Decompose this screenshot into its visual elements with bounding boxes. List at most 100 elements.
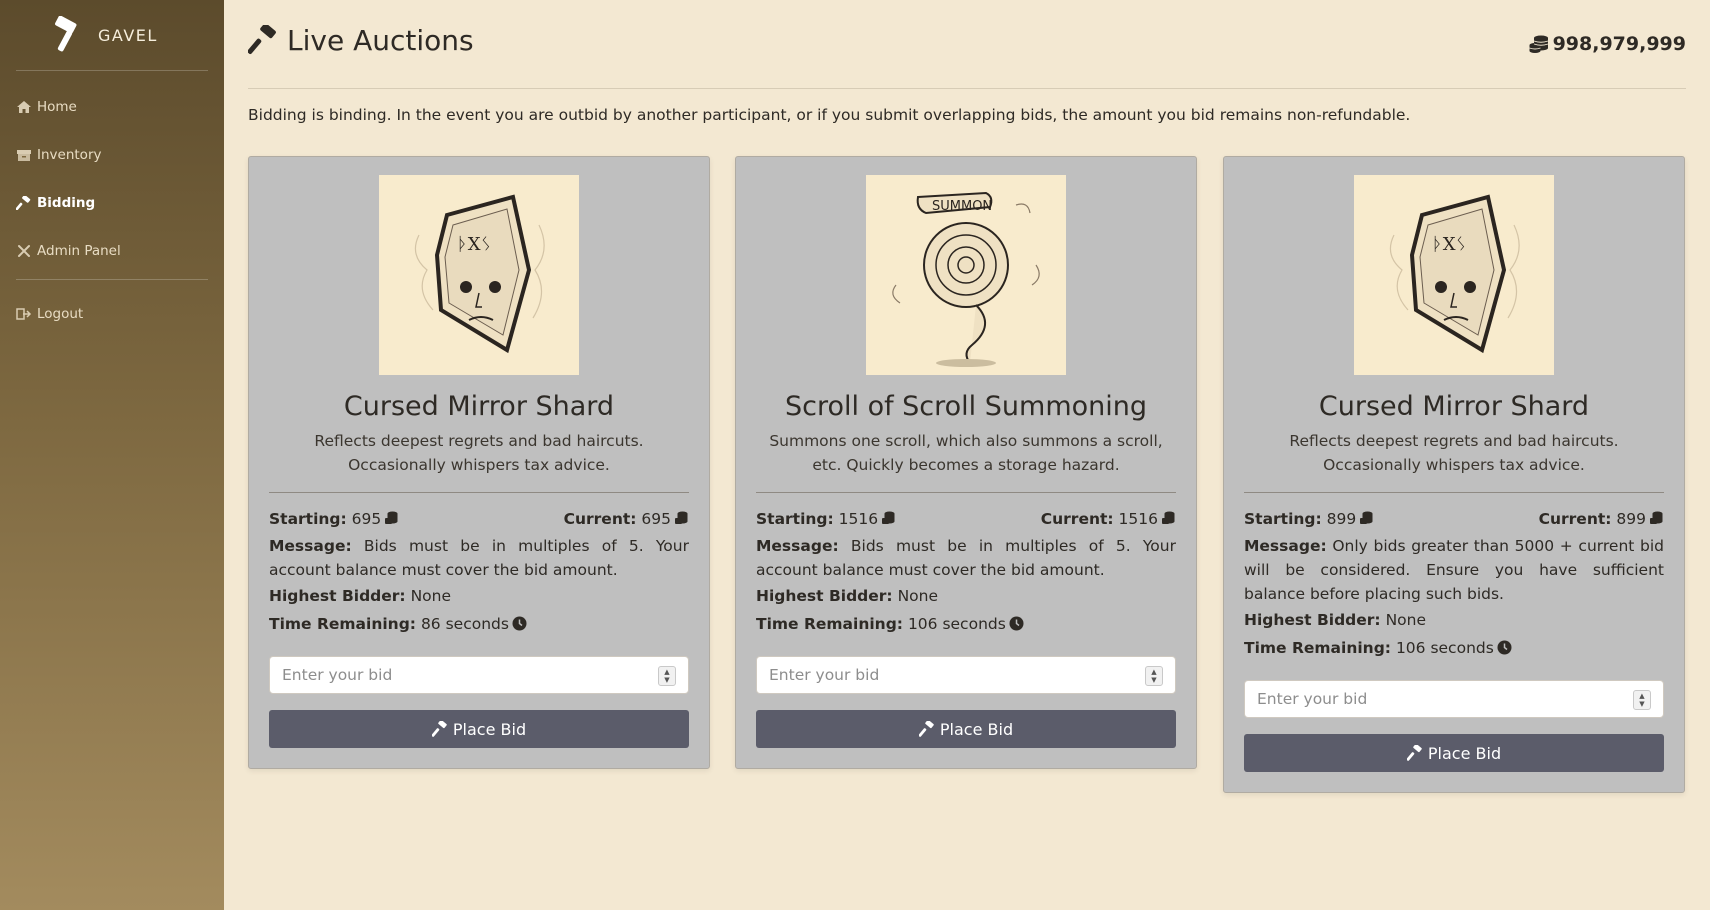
item-description: Reflects deepest regrets and bad haircut…	[1289, 432, 1619, 474]
auction-card: ᚦXᛊ Cursed Mirror Shard Reflects deepest…	[1223, 156, 1685, 793]
card-divider	[756, 492, 1176, 493]
item-image: ᚦXᛊ	[379, 175, 579, 375]
gavel-icon	[16, 196, 31, 210]
main-content: Live Auctions 998,979,999 Bidding is bin…	[248, 0, 1686, 793]
auction-message: Message: Bids must be in multiples of 5.…	[269, 537, 689, 579]
stepper-up-icon[interactable]: ▲	[664, 668, 669, 676]
sidebar-item-label: Logout	[37, 306, 84, 322]
balance-value: 998,979,999	[1552, 33, 1686, 55]
bid-input-field[interactable]: ▲▼	[269, 656, 689, 694]
highest-bidder: Highest Bidder: None	[269, 587, 452, 605]
item-name: Cursed Mirror Shard	[343, 391, 615, 422]
clock-icon	[1497, 640, 1512, 655]
price-row: Starting: 899 Current: 899	[1244, 505, 1664, 533]
bid-input[interactable]	[769, 666, 1115, 684]
number-stepper[interactable]: ▲ ▼	[1145, 666, 1163, 686]
cursed-mirror-shard-image: ᚦXᛊ	[414, 194, 545, 354]
number-stepper[interactable]: ▲ ▼	[658, 666, 676, 686]
number-stepper[interactable]: ▲ ▼	[1633, 690, 1651, 710]
svg-text:SUMMON: SUMMON	[932, 199, 992, 214]
item-image: SUMMON	[866, 175, 1066, 375]
stepper-down-icon[interactable]: ▼	[1639, 700, 1644, 708]
price-row: Starting: 1516 Current: 1516	[756, 505, 1176, 533]
item-image: ᚦXᛊ	[1354, 175, 1554, 375]
page-title: Live Auctions	[248, 24, 474, 57]
stepper-down-icon[interactable]: ▼	[1151, 676, 1156, 684]
starting-price: Starting: 899	[1244, 505, 1374, 533]
sidebar-nav: Home Inventory Bidding Admin Panel	[0, 71, 224, 271]
highest-bidder: Highest Bidder: None	[756, 587, 939, 605]
coins-icon	[882, 511, 895, 524]
place-bid-button[interactable]: Place Bid	[756, 710, 1176, 748]
auction-message: Message: Only bids greater than 5000 + c…	[1244, 537, 1664, 603]
current-price: Current: 695	[564, 505, 689, 533]
balance-display: 998,979,999	[1528, 33, 1686, 55]
place-bid-label: Place Bid	[452, 719, 527, 739]
gavel-icon	[248, 25, 276, 55]
sidebar-item-bidding[interactable]: Bidding	[0, 183, 224, 223]
stepper-up-icon[interactable]: ▲	[1639, 692, 1644, 700]
coins-icon	[1360, 511, 1373, 524]
clock-icon	[1009, 616, 1024, 631]
place-bid-label: Place Bid	[939, 719, 1014, 739]
place-bid-button[interactable]: Place Bid	[1244, 734, 1664, 772]
summon-scroll-image: SUMMON	[892, 191, 1040, 367]
coins-icon	[385, 511, 398, 524]
svg-text:ᚦXᛊ: ᚦXᛊ	[457, 234, 491, 255]
brand[interactable]: GAVEL	[0, 0, 224, 70]
tools-icon	[18, 245, 30, 257]
item-description: Reflects deepest regrets and bad haircut…	[314, 432, 644, 474]
time-remaining: Time Remaining: 86 seconds	[269, 610, 689, 638]
stepper-up-icon[interactable]: ▲	[1151, 668, 1156, 676]
sidebar-item-label: Home	[37, 99, 77, 115]
item-name: Cursed Mirror Shard	[1318, 391, 1590, 422]
bid-input-field[interactable]: ▲▼	[1244, 680, 1664, 718]
coins-icon	[1650, 511, 1663, 524]
logout-icon	[16, 308, 32, 320]
sidebar-item-inventory[interactable]: Inventory	[0, 135, 224, 175]
gavel-logo-icon	[55, 16, 77, 52]
auction-card: ᚦXᛊ Cursed Mirror Shard Reflects deepest…	[248, 156, 710, 769]
svg-text:ᚦXᛊ: ᚦXᛊ	[1432, 234, 1466, 255]
bid-input-field[interactable]: ▲▼	[756, 656, 1176, 694]
highest-bidder: Highest Bidder: None	[1244, 611, 1427, 629]
time-remaining: Time Remaining: 106 seconds	[1244, 634, 1664, 662]
gavel-icon	[918, 721, 934, 737]
sidebar-divider	[16, 279, 208, 280]
sidebar-item-label: Admin Panel	[37, 243, 121, 259]
stepper-down-icon[interactable]: ▼	[664, 676, 669, 684]
current-price: Current: 899	[1539, 505, 1664, 533]
page-header: Live Auctions 998,979,999	[248, 0, 1686, 89]
inventory-box-icon	[17, 150, 31, 161]
sidebar-item-label: Bidding	[37, 195, 96, 211]
item-name: Scroll of Scroll Summoning	[784, 391, 1148, 422]
page-title-text: Live Auctions	[287, 23, 474, 57]
coins-icon	[1528, 35, 1548, 53]
price-row: Starting: 695 Current: 695	[269, 505, 689, 533]
current-price: Current: 1516	[1041, 505, 1176, 533]
time-remaining: Time Remaining: 106 seconds	[756, 610, 1176, 638]
bid-input[interactable]	[282, 666, 628, 684]
home-icon	[17, 101, 31, 113]
card-divider	[1244, 492, 1664, 493]
bidding-notice: Bidding is binding. In the event you are…	[248, 106, 1411, 124]
sidebar-item-logout[interactable]: Logout	[0, 294, 224, 334]
coins-icon	[675, 511, 688, 524]
clock-icon	[512, 616, 527, 631]
sidebar-item-admin-panel[interactable]: Admin Panel	[0, 231, 224, 271]
sidebar-item-home[interactable]: Home	[0, 87, 224, 127]
brand-name: GAVEL	[98, 25, 158, 45]
place-bid-button[interactable]: Place Bid	[269, 710, 689, 748]
auction-card: SUMMON Scroll of Scroll Summoning Summon…	[735, 156, 1197, 769]
gavel-icon	[431, 721, 447, 737]
item-description: Summons one scroll, which also summons a…	[769, 432, 1163, 474]
bid-input[interactable]	[1257, 690, 1603, 708]
cursed-mirror-shard-image: ᚦXᛊ	[1389, 194, 1520, 354]
auction-message: Message: Bids must be in multiples of 5.…	[756, 537, 1176, 579]
sidebar: GAVEL Home Inventory Bidding Admin Panel…	[0, 0, 224, 910]
starting-price: Starting: 695	[269, 505, 399, 533]
gavel-icon	[1406, 745, 1422, 761]
coins-icon	[1162, 511, 1175, 524]
card-divider	[269, 492, 689, 493]
starting-price: Starting: 1516	[756, 505, 896, 533]
